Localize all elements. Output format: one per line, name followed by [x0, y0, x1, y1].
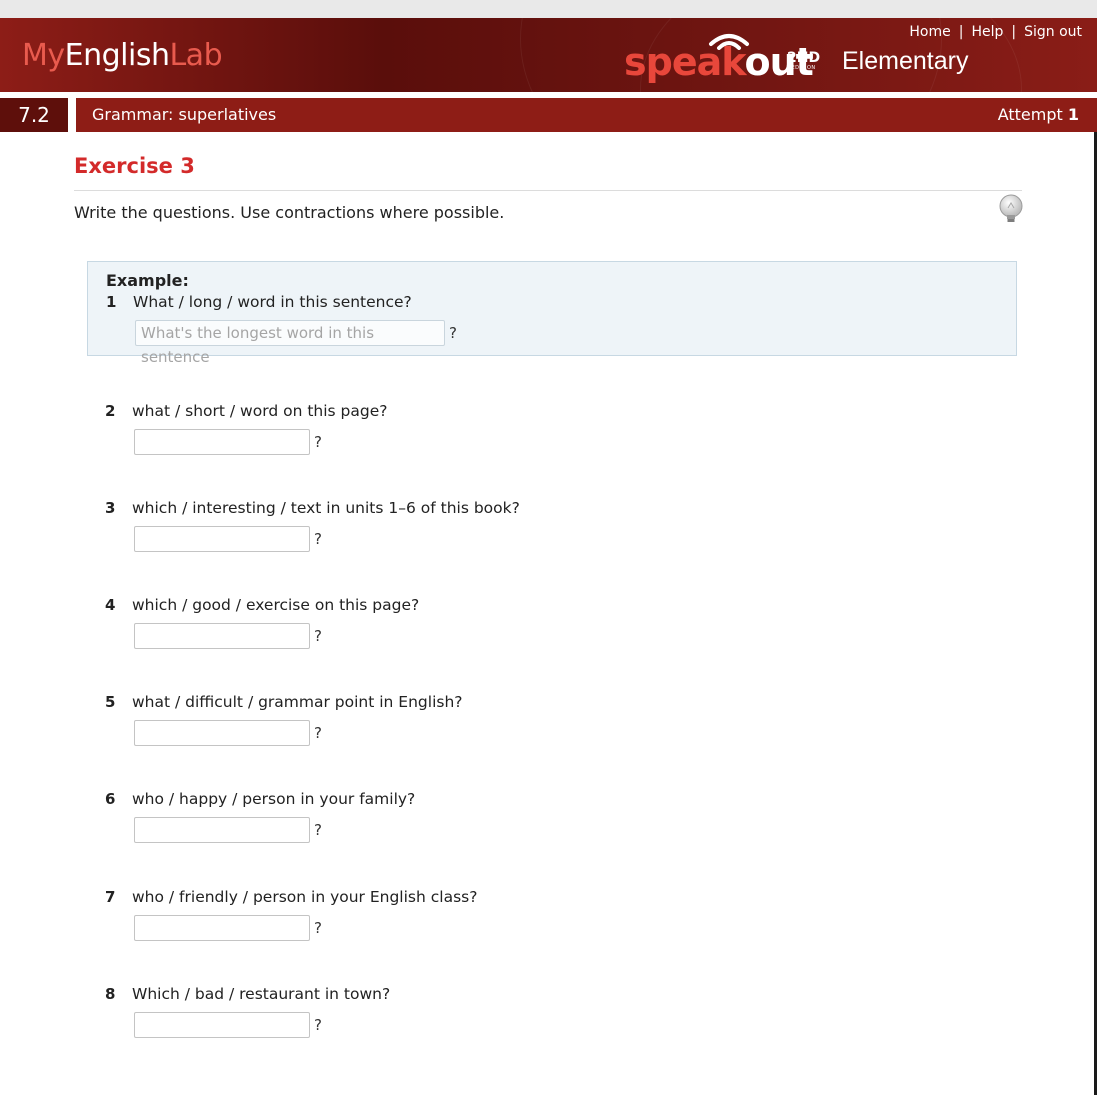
question-prompt: What / long / word in this sentence?: [133, 293, 412, 311]
question-number: 1: [106, 293, 117, 311]
answer-input-6[interactable]: [134, 817, 310, 843]
logo-my: My: [22, 38, 65, 73]
myenglishlab-logo[interactable]: MyEnglishLab: [22, 38, 223, 73]
example-answer-field: What's the longest word in this sentence: [135, 320, 445, 366]
question-prompt: who / friendly / person in your English …: [132, 888, 478, 906]
question-mark: ?: [314, 919, 322, 937]
link-separator: |: [1011, 24, 1017, 40]
question-mark: ?: [314, 724, 322, 742]
question-mark: ?: [314, 530, 322, 548]
attempt-number: 1: [1067, 105, 1079, 124]
question-number: 2: [105, 402, 116, 420]
question-mark: ?: [449, 324, 457, 342]
answer-input-2[interactable]: [134, 429, 310, 455]
answer-input-4[interactable]: [134, 623, 310, 649]
question-mark: ?: [314, 433, 322, 451]
logo-english: English: [64, 38, 170, 73]
home-link[interactable]: Home: [909, 24, 950, 40]
example-panel: Example: 1 What / long / word in this se…: [87, 261, 1017, 366]
answer-input-8[interactable]: [134, 1012, 310, 1038]
lightbulb-hint-icon[interactable]: [998, 194, 1024, 228]
unit-number: 7.2: [0, 98, 68, 132]
sign-out-link[interactable]: Sign out: [1024, 24, 1082, 40]
browser-top-strip: [0, 0, 1097, 18]
question-mark: ?: [314, 821, 322, 839]
activity-bar: 7.2 Grammar: superlatives Attempt 1: [0, 98, 1097, 132]
question-prompt: which / interesting / text in units 1–6 …: [132, 499, 520, 517]
question-prompt: what / short / word on this page?: [132, 402, 388, 420]
exercise-title: Exercise 3: [74, 154, 195, 178]
question-number: 4: [105, 596, 116, 614]
edition-badge: 2ND EDITION: [787, 51, 820, 71]
title-divider: [74, 190, 1022, 191]
activity-title: Grammar: superlatives: [92, 105, 277, 124]
attempt-label: Attempt: [997, 105, 1063, 124]
question-prompt: who / happy / person in your family?: [132, 790, 416, 808]
question-number: 5: [105, 693, 116, 711]
question-number: 7: [105, 888, 116, 906]
question-mark: ?: [314, 1016, 322, 1034]
site-header: MyEnglishLab speakout 2ND EDITION Elemen…: [0, 18, 1097, 92]
answer-input-5[interactable]: [134, 720, 310, 746]
question-prompt: what / difficult / grammar point in Engl…: [132, 693, 463, 711]
logo-lab: Lab: [169, 38, 223, 73]
course-level: Elementary: [842, 47, 969, 75]
question-number: 6: [105, 790, 116, 808]
unit-divider: [68, 98, 76, 132]
answer-input-7[interactable]: [134, 915, 310, 941]
question-number: 8: [105, 985, 116, 1003]
question-prompt: Which / bad / restaurant in town?: [132, 985, 391, 1003]
link-separator: |: [958, 24, 964, 40]
example-label: Example:: [106, 271, 189, 290]
question-prompt: which / good / exercise on this page?: [132, 596, 420, 614]
attempt-indicator: Attempt 1: [998, 98, 1079, 132]
answer-input-3[interactable]: [134, 526, 310, 552]
exercise-instructions: Write the questions. Use contractions wh…: [74, 203, 505, 222]
top-links: Home | Help | Sign out: [909, 24, 1082, 40]
question-number: 3: [105, 499, 116, 517]
edition-main: 2ND: [787, 50, 821, 66]
speakout-speak: speak: [624, 40, 745, 84]
speakout-logo: speakout: [624, 40, 814, 84]
question-mark: ?: [314, 627, 322, 645]
help-link[interactable]: Help: [971, 24, 1003, 40]
edition-small: EDITION: [791, 65, 816, 71]
